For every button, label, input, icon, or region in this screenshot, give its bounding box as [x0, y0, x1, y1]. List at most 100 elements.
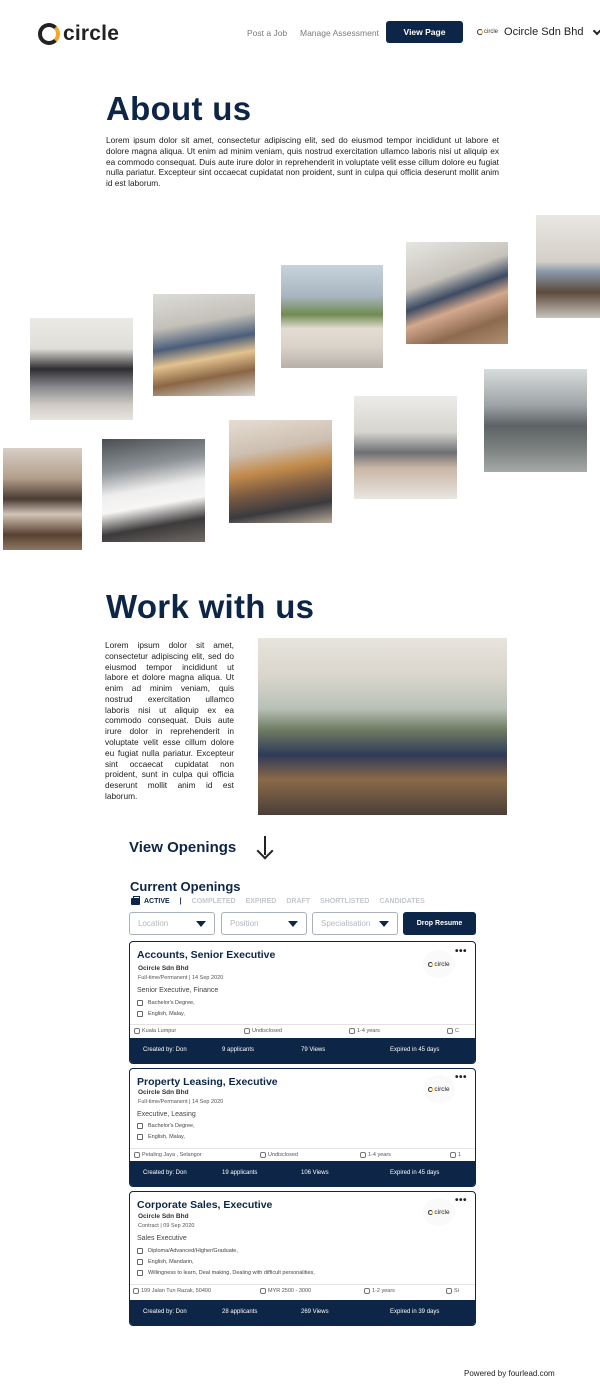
work-title: Work with us: [106, 588, 315, 625]
tab-expired[interactable]: EXPIRED: [246, 898, 277, 905]
location-filter[interactable]: Location: [129, 912, 215, 935]
job-company: Ocircle Sdn Bhd: [138, 965, 189, 972]
nav-post-job[interactable]: Post a Job: [247, 28, 287, 38]
job-expiry: Expired in 45 days: [390, 1170, 440, 1176]
job-company: Ocircle Sdn Bhd: [138, 1213, 189, 1220]
job-experience: 1-4 years: [360, 1152, 391, 1158]
skills-icon: [137, 1270, 143, 1276]
job-req-education: Bachelor's Degree,: [137, 1000, 195, 1006]
view-openings-link[interactable]: View Openings: [129, 836, 274, 858]
job-salary: Undisclosed: [244, 1028, 282, 1034]
calendar-icon: [360, 1152, 366, 1158]
job-meta: Contract | 09 Sep 2020: [138, 1223, 195, 1229]
specialisation-filter[interactable]: Specialisation: [312, 912, 398, 935]
job-title[interactable]: Property Leasing, Executive: [137, 1076, 278, 1088]
view-page-button[interactable]: View Page: [386, 21, 463, 43]
location-filter-placeholder: Location: [138, 919, 169, 928]
job-info-row: Kuala Lumpur Undisclosed 1-4 years C: [130, 1024, 475, 1037]
photo-open-office: [484, 369, 587, 472]
job-role: Executive, Leasing: [137, 1111, 196, 1118]
photo-office-interior: [258, 638, 507, 815]
job-card-footer: Created by: Don 19 applicants 106 Views …: [130, 1161, 475, 1186]
job-role: Senior Executive, Finance: [137, 987, 219, 994]
job-extra-text: C: [455, 1028, 459, 1034]
location-icon: [134, 1152, 140, 1158]
location-icon: [134, 1028, 140, 1034]
brand-logo[interactable]: circle: [38, 22, 119, 46]
tab-completed[interactable]: COMPLETED: [192, 898, 236, 905]
dropdown-arrow-icon: [288, 920, 298, 927]
job-applicants[interactable]: 9 applicants: [222, 1047, 254, 1053]
job-created-by: Created by: Don: [143, 1170, 187, 1176]
chevron-down-icon: [592, 26, 600, 35]
job-views: 269 Views: [301, 1309, 329, 1315]
job-card[interactable]: Property Leasing, Executive Ocircle Sdn …: [129, 1068, 476, 1187]
language-icon: [137, 1134, 143, 1140]
position-filter[interactable]: Position: [221, 912, 307, 935]
job-location-text: Petaling Jaya , Selangor: [142, 1152, 202, 1158]
job-views: 79 Views: [301, 1047, 326, 1053]
tag-icon: [450, 1152, 456, 1158]
job-req-language: English, Malay,: [137, 1134, 185, 1140]
photo-conference-room: [536, 215, 600, 318]
job-experience-text: 1-4 years: [368, 1152, 391, 1158]
tab-active[interactable]: ACTIVE: [131, 896, 170, 905]
job-created-by: Created by: Don: [143, 1047, 187, 1053]
job-extra-text: 1: [458, 1152, 462, 1158]
job-company: Ocircle Sdn Bhd: [138, 1089, 189, 1096]
job-extra: Si: [446, 1288, 459, 1294]
tab-shortlisted[interactable]: SHORTLISTED: [320, 898, 369, 905]
photo-casual-team: [153, 294, 255, 396]
company-mini-logo-text: circle: [484, 29, 499, 35]
company-logo: circle: [423, 1075, 455, 1103]
logo-ring-icon: [38, 23, 60, 45]
job-title[interactable]: Corporate Sales, Executive: [137, 1199, 272, 1211]
company-name: Ocircle Sdn Bhd: [504, 26, 584, 38]
job-applicants[interactable]: 19 applicants: [222, 1170, 257, 1176]
job-salary: Undisclosed: [260, 1152, 298, 1158]
job-card[interactable]: Corporate Sales, Executive Ocircle Sdn B…: [129, 1191, 476, 1326]
logo-ring-icon: [428, 961, 434, 967]
job-title[interactable]: Accounts, Senior Executive: [137, 949, 275, 961]
current-openings-title: Current Openings: [130, 879, 241, 894]
job-experience-text: 1-4 years: [357, 1028, 380, 1034]
photo-office-workers: [354, 396, 457, 499]
job-req-skills-text: Willingness to learn, Deal making, Deali…: [148, 1270, 315, 1276]
company-logo-text: circle: [434, 1085, 450, 1093]
education-icon: [137, 1248, 143, 1254]
tab-candidates[interactable]: CANDIDATES: [379, 898, 424, 905]
dropdown-arrow-icon: [379, 920, 389, 927]
more-options-icon[interactable]: •••: [455, 1072, 467, 1083]
job-req-language-text: English, Malay,: [148, 1011, 185, 1017]
tab-separator: |: [179, 898, 182, 905]
job-card-footer: Created by: Don 9 applicants 79 Views Ex…: [130, 1038, 475, 1063]
job-location: Petaling Jaya , Selangor: [134, 1152, 202, 1158]
job-created-by: Created by: Don: [143, 1309, 187, 1315]
education-icon: [137, 1000, 143, 1006]
drop-resume-button[interactable]: Drop Resume: [403, 912, 476, 935]
job-req-skills: Willingness to learn, Deal making, Deali…: [137, 1270, 315, 1276]
powered-by[interactable]: Powered by fourlead.com: [464, 1369, 555, 1378]
company-logo-text: circle: [434, 960, 450, 968]
company-switcher[interactable]: circle Ocircle Sdn Bhd: [477, 26, 600, 38]
job-req-language: English, Malay,: [137, 1011, 185, 1017]
job-location-text: Kuala Lumpur: [142, 1028, 177, 1034]
nav-manage-assessment[interactable]: Manage Assessment: [300, 28, 379, 38]
job-card[interactable]: Accounts, Senior Executive Ocircle Sdn B…: [129, 941, 476, 1064]
job-views: 106 Views: [301, 1170, 329, 1176]
company-logo: circle: [423, 950, 455, 978]
logo-ring-icon: [428, 1209, 434, 1215]
tag-icon: [447, 1028, 453, 1034]
photo-team-meeting: [406, 242, 508, 344]
tab-draft[interactable]: DRAFT: [286, 898, 310, 905]
more-options-icon[interactable]: •••: [455, 1195, 467, 1206]
mini-logo-ring-icon: [477, 29, 483, 35]
job-role: Sales Executive: [137, 1235, 187, 1242]
job-meta: Full-time/Permanent | 14 Sep 2020: [138, 975, 224, 981]
logo-text: circle: [63, 22, 120, 45]
job-experience: 1-2 years: [364, 1288, 395, 1294]
more-options-icon[interactable]: •••: [455, 946, 467, 957]
job-req-education: Diploma/Advanced/Higher/Graduate,: [137, 1248, 238, 1254]
photo-businesswoman: [281, 265, 383, 368]
job-applicants[interactable]: 28 applicants: [222, 1309, 257, 1315]
